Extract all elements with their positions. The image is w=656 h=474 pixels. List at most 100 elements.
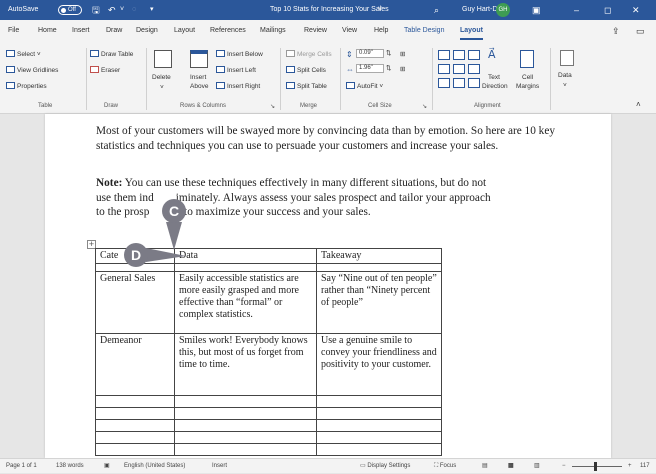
eraser-button[interactable]: Eraser (90, 66, 120, 74)
table-cell[interactable] (316, 263, 442, 272)
cell-margins-button[interactable]: Cell (522, 74, 533, 81)
table-cell[interactable] (316, 395, 442, 408)
zoom-out-icon[interactable]: − (562, 459, 566, 474)
search-icon[interactable]: ⌕ (434, 0, 439, 20)
insert-left-button[interactable]: Insert Left (216, 66, 256, 74)
table-cell[interactable] (95, 395, 175, 408)
align-top-right-icon[interactable] (468, 50, 480, 60)
table-cell[interactable] (95, 443, 175, 456)
tab-insert[interactable]: Insert (72, 20, 90, 42)
tab-design[interactable]: Design (136, 20, 158, 42)
insert-above-button[interactable]: Insert (190, 74, 206, 81)
distribute-rows-icon[interactable]: ⊞ (400, 50, 405, 58)
column-width-input[interactable]: 1.96" (356, 64, 384, 73)
tab-draw[interactable]: Draw (106, 20, 122, 42)
align-top-center-icon[interactable] (453, 50, 465, 60)
table-cell[interactable] (316, 431, 442, 444)
avatar[interactable]: GH (496, 3, 510, 17)
zoom-level[interactable]: 117 (640, 459, 650, 474)
save-icon[interactable]: 🖫 (92, 0, 100, 20)
read-mode-icon[interactable]: ▤ (482, 459, 488, 474)
web-layout-icon[interactable]: ▥ (534, 459, 540, 474)
title-dropdown-icon[interactable]: ˅ (378, 0, 382, 20)
table-cell[interactable]: Easily accessible statistics are more ea… (174, 271, 317, 334)
customize-toolbar-icon[interactable]: ▾ (150, 0, 154, 20)
table-cell[interactable] (316, 407, 442, 420)
align-bottom-right-icon[interactable] (468, 78, 480, 88)
table-cell[interactable]: Say “Nine out of ten people” rather than… (316, 271, 442, 334)
table-header-cell[interactable]: Takeaway (316, 248, 442, 264)
split-cells-button[interactable]: Split Cells (286, 66, 326, 74)
zoom-in-icon[interactable]: + (628, 459, 632, 474)
page-count[interactable]: Page 1 of 1 (6, 459, 37, 474)
rows-columns-launcher-icon[interactable]: ↘ (270, 103, 275, 110)
data-dropdown-icon[interactable]: ˅ (563, 82, 567, 89)
delete-button[interactable]: Delete (152, 74, 171, 81)
maximize-icon[interactable]: ◻ (604, 0, 611, 20)
tab-review[interactable]: Review (304, 20, 327, 42)
undo-dropdown-icon[interactable]: ˅ (120, 0, 124, 20)
table-cell[interactable] (174, 395, 317, 408)
merge-cells-button[interactable]: Merge Cells (286, 50, 332, 58)
table-cell[interactable]: Use a genuine smile to convey your frien… (316, 333, 442, 396)
word-count[interactable]: 138 words (56, 459, 84, 474)
cell-size-launcher-icon[interactable]: ↘ (422, 103, 427, 110)
tab-mailings[interactable]: Mailings (260, 20, 286, 42)
proofing-icon[interactable]: ▣ (104, 459, 110, 474)
tab-references[interactable]: References (210, 20, 246, 42)
share-icon[interactable]: ⇪ (612, 20, 620, 42)
properties-button[interactable]: Properties (6, 82, 47, 90)
table-cell[interactable] (174, 431, 317, 444)
autosave-toggle[interactable]: Off (58, 5, 82, 15)
comments-icon[interactable]: ▭ (636, 20, 645, 42)
focus-button[interactable]: ⛶ Focus (434, 459, 456, 474)
align-bottom-center-icon[interactable] (453, 78, 465, 88)
table-cell[interactable] (95, 431, 175, 444)
table-cell[interactable] (174, 407, 317, 420)
close-icon[interactable]: ✕ (632, 0, 640, 20)
insert-mode-status[interactable]: Insert (212, 459, 227, 474)
tab-home[interactable]: Home (38, 20, 57, 42)
row-height-spinner-icon[interactable]: ⇅ (386, 49, 391, 57)
table-cell[interactable] (95, 407, 175, 420)
align-top-left-icon[interactable] (438, 50, 450, 60)
data-button[interactable]: Data (558, 72, 572, 79)
table-cell[interactable] (95, 419, 175, 432)
text-direction-button[interactable]: Text (488, 74, 500, 81)
delete-dropdown-icon[interactable]: ˅ (160, 84, 164, 91)
table-cell[interactable]: Smiles work! Everybody knows this, but m… (174, 333, 317, 396)
zoom-slider[interactable] (572, 466, 622, 467)
ribbon-display-icon[interactable]: ▣ (532, 0, 541, 20)
table-cell[interactable] (316, 419, 442, 432)
distribute-columns-icon[interactable]: ⊞ (400, 65, 405, 73)
autofit-button[interactable]: AutoFit ˅ (346, 82, 383, 90)
table-cell[interactable] (174, 419, 317, 432)
tab-help[interactable]: Help (374, 20, 388, 42)
table-cell[interactable]: General Sales (95, 271, 175, 334)
align-bottom-left-icon[interactable] (438, 78, 450, 88)
column-width-spinner-icon[interactable]: ⇅ (386, 64, 391, 72)
table-cell[interactable]: Demeanor (95, 333, 175, 396)
tab-file[interactable]: File (8, 20, 19, 42)
tab-view[interactable]: View (342, 20, 357, 42)
align-center-icon[interactable] (453, 64, 465, 74)
table-cell[interactable] (174, 263, 317, 272)
minimize-icon[interactable]: – (574, 0, 579, 20)
table-header-cell[interactable]: Data (174, 248, 317, 264)
print-layout-icon[interactable]: ▦ (508, 459, 514, 474)
insert-right-button[interactable]: Insert Right (216, 82, 260, 90)
view-gridlines-button[interactable]: View Gridlines (6, 66, 58, 74)
insert-below-button[interactable]: Insert Below (216, 50, 263, 58)
split-table-button[interactable]: Split Table (286, 82, 327, 90)
select-button[interactable]: Select ˅ (6, 50, 41, 58)
align-center-right-icon[interactable] (468, 64, 480, 74)
display-settings-button[interactable]: ▭ Display Settings (360, 459, 410, 474)
tab-layout-page[interactable]: Layout (174, 20, 195, 42)
draw-table-button[interactable]: Draw Table (90, 50, 133, 58)
tab-table-layout[interactable]: Layout (460, 20, 483, 42)
table-cell[interactable] (316, 443, 442, 456)
paragraph-intro[interactable]: Most of your customers will be swayed mo… (96, 124, 566, 153)
tab-table-design[interactable]: Table Design (404, 20, 444, 42)
language-status[interactable]: English (United States) (124, 459, 185, 474)
align-center-left-icon[interactable] (438, 64, 450, 74)
